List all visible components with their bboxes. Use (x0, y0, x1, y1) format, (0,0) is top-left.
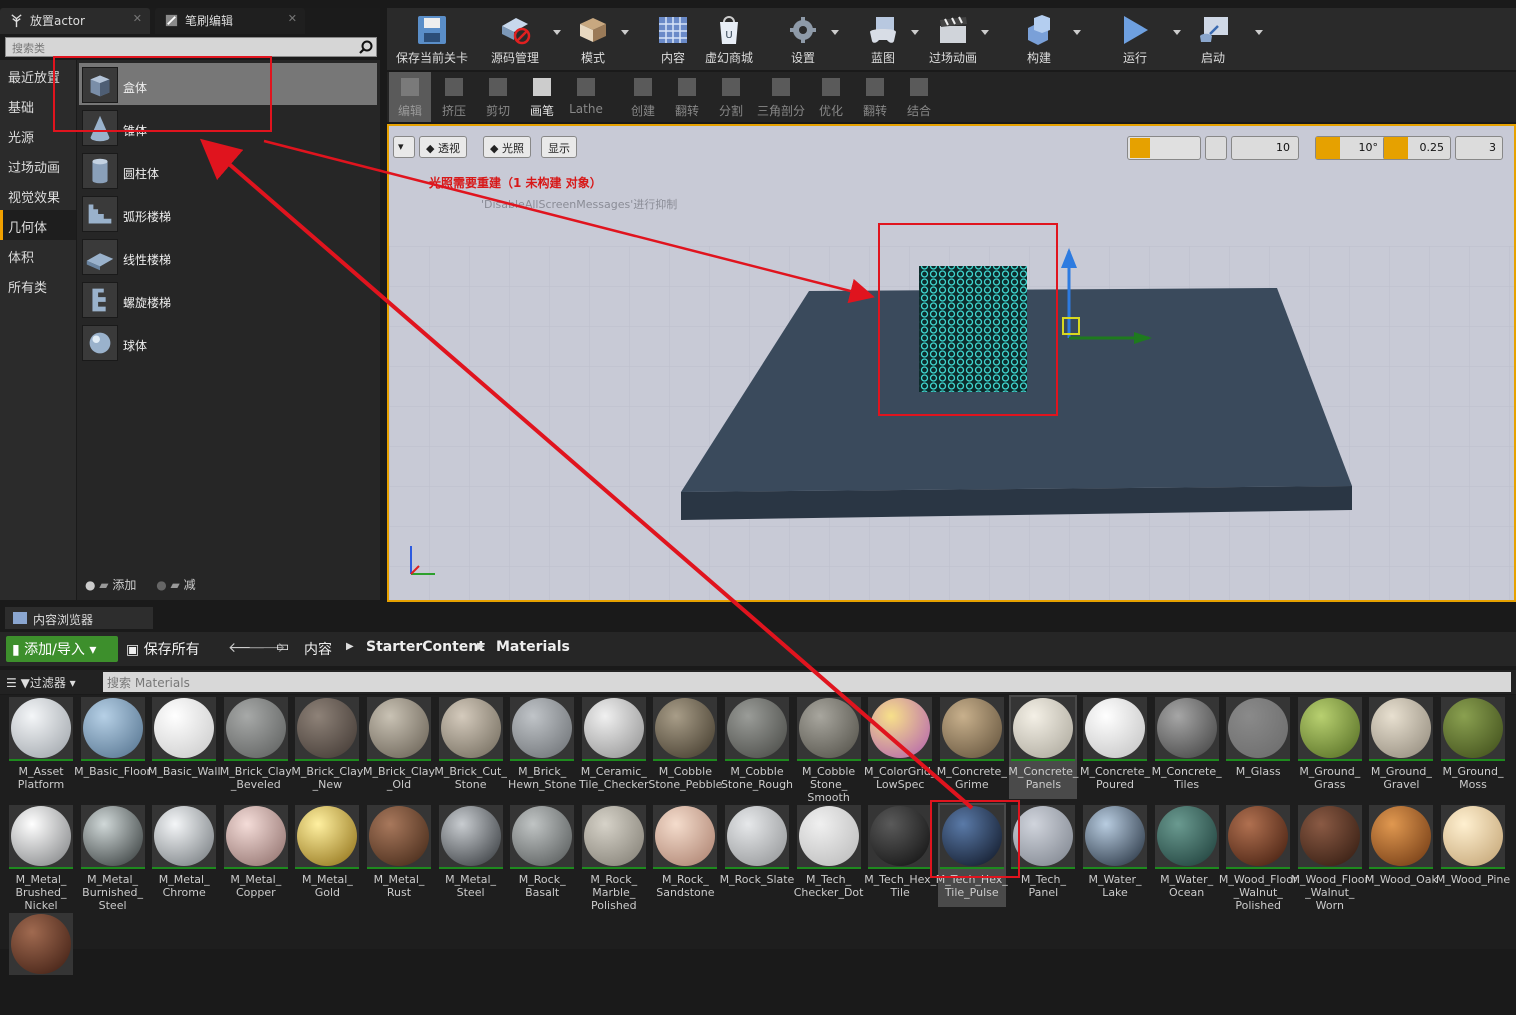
annotation-arrows (199, 138, 974, 810)
arrow-material-to-box (199, 138, 974, 810)
